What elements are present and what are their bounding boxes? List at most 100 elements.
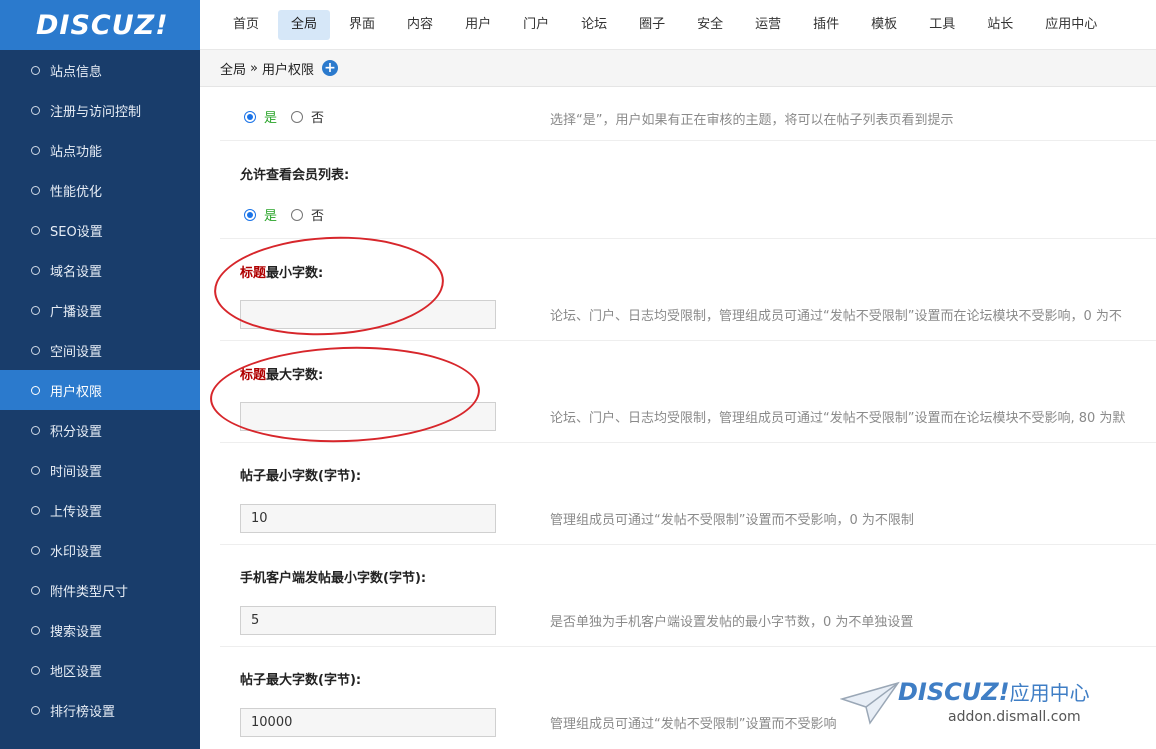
post-min-bytes-input[interactable]: [240, 504, 496, 533]
sidebar-item[interactable]: 积分设置: [0, 410, 200, 450]
bullet-circle-icon: [31, 425, 40, 435]
sidebar-item[interactable]: 地区设置: [0, 650, 200, 690]
top-nav-item[interactable]: 界面: [336, 10, 388, 40]
top-nav-item[interactable]: 内容: [394, 10, 446, 40]
top-nav: 首页 全局 界面 内容 用户 门户 论坛 圈子 安全 运营 插件 模板 工具 站长 应用中心: [200, 0, 1156, 50]
bullet-circle-icon: [31, 505, 40, 515]
sidebar-item[interactable]: 用户权限: [0, 370, 200, 410]
sidebar-item-label: 排行榜设置: [50, 704, 116, 720]
sidebar-item-label: SEO设置: [50, 224, 103, 240]
sidebar-item[interactable]: 站点功能: [0, 130, 200, 170]
radio-yes[interactable]: [244, 110, 256, 123]
radio-yes-label: 是: [264, 111, 278, 126]
watermark-brand-en: DISCUZ!: [898, 678, 1010, 706]
setting-pending-hint: 是 否 选择“是”，用户如果有正在审核的主题，将可以在帖子列表页看到提示: [220, 88, 1156, 141]
sidebar: 站点信息注册与访问控制站点功能 性能优化 SEO设置域名设置广播设置空间设置用户权限…: [0, 50, 200, 749]
radio-group: 是 否: [244, 205, 324, 224]
setting-label-rest: 最小字数:: [266, 266, 324, 281]
sidebar-item[interactable]: 空间设置: [0, 330, 200, 370]
bullet-circle-icon: [31, 705, 40, 715]
sidebar-item[interactable]: 站点信息: [0, 50, 200, 90]
admin-app: DISCUZ! 首页 全局 界面 内容 用户 门户 论坛 圈子 安全 运营 插件 模板 工具 站长 应用中心…: [0, 0, 1156, 749]
bullet-circle-icon: [31, 105, 40, 115]
sidebar-item[interactable]: 附件类型尺寸: [0, 570, 200, 610]
top-nav-item[interactable]: 应用中心: [1032, 10, 1110, 40]
sidebar-item-label: 站点信息: [50, 64, 103, 80]
setting-help: 论坛、门户、日志均受限制，管理组成员可通过“发帖不受限制”设置而在论坛模块不受影…: [550, 309, 1122, 324]
sidebar-item[interactable]: 上传设置: [0, 490, 200, 530]
setting-post-min-bytes: 帖子最小字数(字节): 管理组成员可通过“发帖不受限制”设置而不受影响，0 为不…: [220, 443, 1156, 545]
sidebar-item-label: 上传设置: [50, 504, 103, 520]
watermark-brand: DISCUZ!应用中心: [898, 677, 1090, 706]
top-nav-item[interactable]: 首页: [220, 10, 272, 40]
sidebar-item-label: 附件类型尺寸: [50, 584, 129, 600]
bullet-circle-icon: [31, 265, 40, 275]
sidebar-item[interactable]: 性能优化: [0, 170, 200, 210]
setting-label: 帖子最小字数(字节):: [240, 469, 362, 484]
setting-title-max-length: 标题最大字数: 论坛、门户、日志均受限制，管理组成员可通过“发帖不受限制”设置而…: [220, 341, 1156, 443]
sidebar-item[interactable]: SEO设置: [0, 210, 200, 250]
title-min-length-input[interactable]: [240, 300, 496, 329]
logo-text: DISCUZ!: [36, 9, 169, 41]
bullet-circle-icon: [31, 185, 40, 195]
setting-help: 论坛、门户、日志均受限制，管理组成员可通过“发帖不受限制”设置而在论坛模块不受影…: [550, 411, 1126, 426]
bullet-circle-icon: [31, 385, 40, 395]
setting-label: 允许查看会员列表:: [240, 168, 350, 183]
sidebar-item-label: 积分设置: [50, 424, 103, 440]
top-nav-item[interactable]: 门户: [510, 10, 562, 40]
top-nav-item[interactable]: 用户: [452, 10, 504, 40]
radio-yes-label: 是: [264, 209, 278, 224]
setting-help: 选择“是”，用户如果有正在审核的主题，将可以在帖子列表页看到提示: [550, 113, 954, 128]
sidebar-item[interactable]: 时间设置: [0, 450, 200, 490]
watermark-brand-cn: 应用中心: [1009, 681, 1090, 705]
top-nav-item[interactable]: 运营: [742, 10, 794, 40]
setting-help: 管理组成员可通过“发帖不受限制”设置而不受影响，0 为不限制: [550, 513, 914, 528]
setting-label-highlight: 标题: [240, 266, 267, 281]
setting-label: 标题最小字数:: [240, 262, 323, 281]
sidebar-item-label: 域名设置: [50, 264, 103, 280]
top-nav-item[interactable]: 站长: [974, 10, 1026, 40]
top-nav-item[interactable]: 全局: [278, 9, 331, 40]
add-shortcut-icon[interactable]: +: [322, 60, 338, 76]
breadcrumb-parent[interactable]: 全局: [220, 59, 246, 78]
top-nav-item[interactable]: 模板: [858, 10, 910, 40]
sidebar-item[interactable]: 广播设置: [0, 290, 200, 330]
logo[interactable]: DISCUZ!: [0, 0, 200, 50]
setting-label-rest: 最大字数:: [266, 368, 324, 383]
bullet-circle-icon: [31, 225, 40, 235]
radio-yes[interactable]: [244, 208, 256, 221]
top-nav-item[interactable]: 论坛: [568, 10, 620, 40]
sidebar-item-label: 注册与访问控制: [50, 104, 142, 120]
sidebar-item[interactable]: 域名设置: [0, 250, 200, 290]
setting-mobile-min-bytes: 手机客户端发帖最小字数(字节): 是否单独为手机客户端设置发帖的最小字节数，0 …: [220, 545, 1156, 647]
title-max-length-input[interactable]: [240, 402, 496, 431]
top-nav-item[interactable]: 工具: [916, 10, 968, 40]
mobile-min-bytes-input[interactable]: [240, 606, 496, 635]
sidebar-item[interactable]: 注册与访问控制: [0, 90, 200, 130]
top-nav-item[interactable]: 圈子: [626, 10, 678, 40]
radio-group: 是 否: [244, 107, 324, 126]
top-nav-item[interactable]: 插件: [800, 10, 852, 40]
radio-no-label: 否: [311, 209, 325, 224]
watermark-url: addon.dismall.com: [948, 709, 1081, 725]
radio-no[interactable]: [291, 208, 304, 221]
setting-label: 手机客户端发帖最小字数(字节):: [240, 571, 427, 586]
bullet-circle-icon: [31, 465, 40, 475]
bullet-circle-icon: [31, 665, 40, 675]
sidebar-item-label: 空间设置: [50, 344, 103, 360]
post-max-bytes-input[interactable]: [240, 708, 496, 737]
bullet-circle-icon: [31, 305, 40, 315]
sidebar-item[interactable]: 水印设置: [0, 530, 200, 570]
sidebar-item[interactable]: 排行榜设置: [0, 690, 200, 730]
breadcrumb-separator: »: [250, 60, 258, 76]
setting-view-member-list: 允许查看会员列表: 是 否: [220, 141, 1156, 239]
sidebar-item[interactable]: 搜索设置: [0, 610, 200, 650]
bullet-circle-icon: [31, 65, 40, 75]
bullet-circle-icon: [31, 625, 40, 635]
bullet-circle-icon: [31, 345, 40, 355]
settings-content: 是 否 选择“是”，用户如果有正在审核的主题，将可以在帖子列表页看到提示 允许查…: [220, 88, 1156, 749]
top-nav-item[interactable]: 安全: [684, 10, 736, 40]
radio-no-label: 否: [311, 111, 325, 126]
sidebar-item-label: 时间设置: [50, 464, 103, 480]
radio-no[interactable]: [291, 110, 304, 123]
